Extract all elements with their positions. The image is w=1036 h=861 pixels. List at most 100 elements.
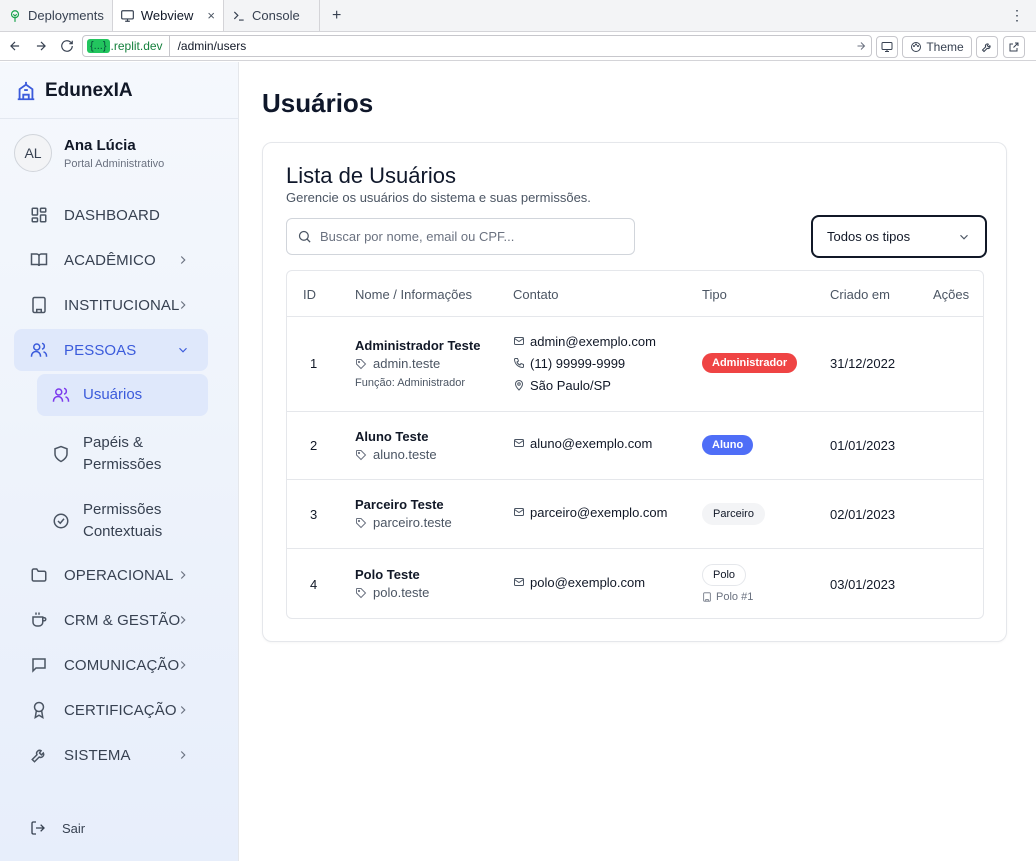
email-text: aluno@exemplo.com	[530, 435, 653, 451]
sidebar-subitem-permissoes-contextuais[interactable]: Permissões Contextuais	[37, 496, 208, 546]
check-circle-icon	[51, 512, 71, 530]
phone-text: (11) 99999-9999	[530, 355, 626, 371]
sidebar-item-academico[interactable]: ACADÊMICO	[14, 239, 208, 281]
logout-button[interactable]: Sair	[30, 820, 85, 836]
chevron-right-icon	[176, 613, 190, 627]
sidebar-item-comunicacao[interactable]: COMUNICAÇÃO	[14, 644, 208, 686]
close-tab-button[interactable]: ×	[207, 8, 215, 23]
tab-webview[interactable]: Webview ×	[112, 0, 224, 31]
table-row[interactable]: 4 Polo Teste polo.teste polo@exemplo.com…	[287, 549, 983, 618]
tag-icon	[355, 587, 367, 599]
chevron-down-icon	[176, 343, 190, 357]
created-date: 31/12/2022	[830, 356, 896, 371]
user-type: Administrador	[702, 353, 798, 373]
sidebar-item-label: COMUNICAÇÃO	[64, 656, 180, 674]
user-type: Polo Polo #1	[702, 564, 753, 603]
type-filter-select[interactable]: Todos os tipos	[811, 215, 987, 258]
forward-button[interactable]	[28, 33, 54, 59]
coffee-icon	[28, 611, 50, 629]
user-function: Função: Administrador	[355, 377, 466, 389]
email-text: polo@exemplo.com	[530, 574, 646, 590]
search-input[interactable]	[320, 229, 620, 244]
user-name[interactable]: Parceiro Teste	[355, 497, 452, 512]
username: aluno.teste	[355, 447, 437, 462]
user-contact: aluno@exemplo.com	[513, 434, 652, 452]
contact-phone: (11) 99999-9999	[513, 352, 656, 374]
wrench-icon	[981, 43, 991, 53]
open-external-button[interactable]	[1003, 36, 1025, 58]
table-row[interactable]: 1 Administrador Teste admin.teste Função…	[287, 317, 983, 412]
monitor-icon	[120, 9, 135, 23]
mail-icon	[513, 335, 525, 347]
reload-button[interactable]	[54, 33, 80, 59]
devices-button[interactable]	[876, 36, 898, 58]
user-contact: parceiro@exemplo.com	[513, 503, 667, 521]
column-header-actions: Ações	[933, 287, 970, 302]
sidebar-item-label: CERTIFICAÇÃO	[64, 701, 177, 719]
search-icon	[297, 229, 312, 244]
sidebar-item-institucional[interactable]: INSTITUCIONAL	[14, 284, 208, 326]
sidebar-subitem-usuarios[interactable]: Usuários	[37, 374, 208, 416]
monitor-icon	[881, 42, 893, 52]
status-badge: Aluno	[702, 435, 754, 455]
table-row[interactable]: 2 Aluno Teste aluno.teste aluno@exemplo.…	[287, 412, 983, 480]
sidebar-item-crm-gestao[interactable]: CRM & GESTÃO	[14, 599, 208, 641]
browser-menu-button[interactable]: ⋮	[1010, 7, 1024, 24]
column-header-name[interactable]: Nome / Informações	[355, 287, 472, 302]
column-header-contact[interactable]: Contato	[513, 287, 559, 302]
mail-icon	[513, 506, 525, 518]
user-info: Polo Teste polo.teste	[355, 567, 429, 600]
card-title: Lista de Usuários	[286, 163, 456, 188]
url-field[interactable]: {...} .replit.dev /admin/users	[82, 35, 872, 57]
tab-label: Webview	[140, 8, 194, 23]
column-header-type[interactable]: Tipo	[702, 287, 727, 302]
users-icon	[51, 386, 71, 404]
users-card: Lista de Usuários Gerencie os usuários d…	[262, 142, 1007, 642]
sidebar-item-operacional[interactable]: OPERACIONAL	[14, 554, 208, 596]
user-name[interactable]: Polo Teste	[355, 567, 429, 582]
go-icon[interactable]	[851, 40, 871, 52]
tab-console[interactable]: Console	[224, 0, 320, 31]
brand[interactable]: EdunexIA	[15, 80, 133, 102]
user-info: Parceiro Teste parceiro.teste	[355, 497, 452, 530]
users-table: ID Nome / Informações Contato Tipo Criad…	[286, 270, 984, 619]
map-pin-icon	[513, 379, 525, 391]
sidebar-item-pessoas[interactable]: PESSOAS	[14, 329, 208, 371]
user-info: Administrador Teste admin.teste Função: …	[355, 338, 480, 389]
table-row[interactable]: 3 Parceiro Teste parceiro.teste parceiro…	[287, 480, 983, 549]
address-bar: {...} .replit.dev /admin/users Theme	[0, 32, 1036, 61]
sidebar-item-sistema[interactable]: SISTEMA	[14, 734, 208, 776]
avatar: AL	[14, 134, 52, 172]
username: polo.teste	[355, 585, 429, 600]
new-tab-button[interactable]: +	[320, 0, 353, 31]
url-path: /admin/users	[177, 39, 247, 53]
message-icon	[28, 656, 50, 674]
devtools-button[interactable]	[976, 36, 998, 58]
status-badge: Polo	[702, 564, 747, 586]
back-button[interactable]	[2, 33, 28, 59]
sidebar-item-label: DASHBOARD	[64, 206, 160, 224]
mail-icon	[513, 437, 525, 449]
arrow-left-icon	[10, 41, 20, 51]
user-name[interactable]: Aluno Teste	[355, 429, 437, 444]
logout-icon	[30, 820, 46, 836]
username-text: polo.teste	[373, 585, 430, 600]
wrench-icon	[28, 746, 50, 764]
sidebar-item-dashboard[interactable]: DASHBOARD	[14, 194, 208, 236]
contact-location: São Paulo/SP	[513, 374, 656, 396]
tab-label: Console	[251, 8, 300, 23]
column-header-id[interactable]: ID	[303, 287, 316, 302]
user-name[interactable]: Administrador Teste	[355, 338, 480, 353]
tab-deployments[interactable]: Deployments	[0, 0, 113, 31]
sidebar-subitem-papeis-permissoes[interactable]: Papéis & Permissões	[37, 429, 208, 479]
palette-icon	[911, 42, 922, 52]
column-header-created[interactable]: Criado em	[830, 287, 890, 302]
user-info: Aluno Teste aluno.teste	[355, 429, 437, 462]
folder-icon	[28, 566, 50, 584]
sidebar-item-certificacao[interactable]: CERTIFICAÇÃO	[14, 689, 208, 731]
chevron-right-icon	[176, 703, 190, 717]
theme-button[interactable]: Theme	[902, 36, 972, 58]
chevron-right-icon	[176, 253, 190, 267]
tab-label: Deployments	[28, 8, 104, 23]
user-profile[interactable]: AL Ana Lúcia Portal Administrativo	[14, 134, 164, 172]
